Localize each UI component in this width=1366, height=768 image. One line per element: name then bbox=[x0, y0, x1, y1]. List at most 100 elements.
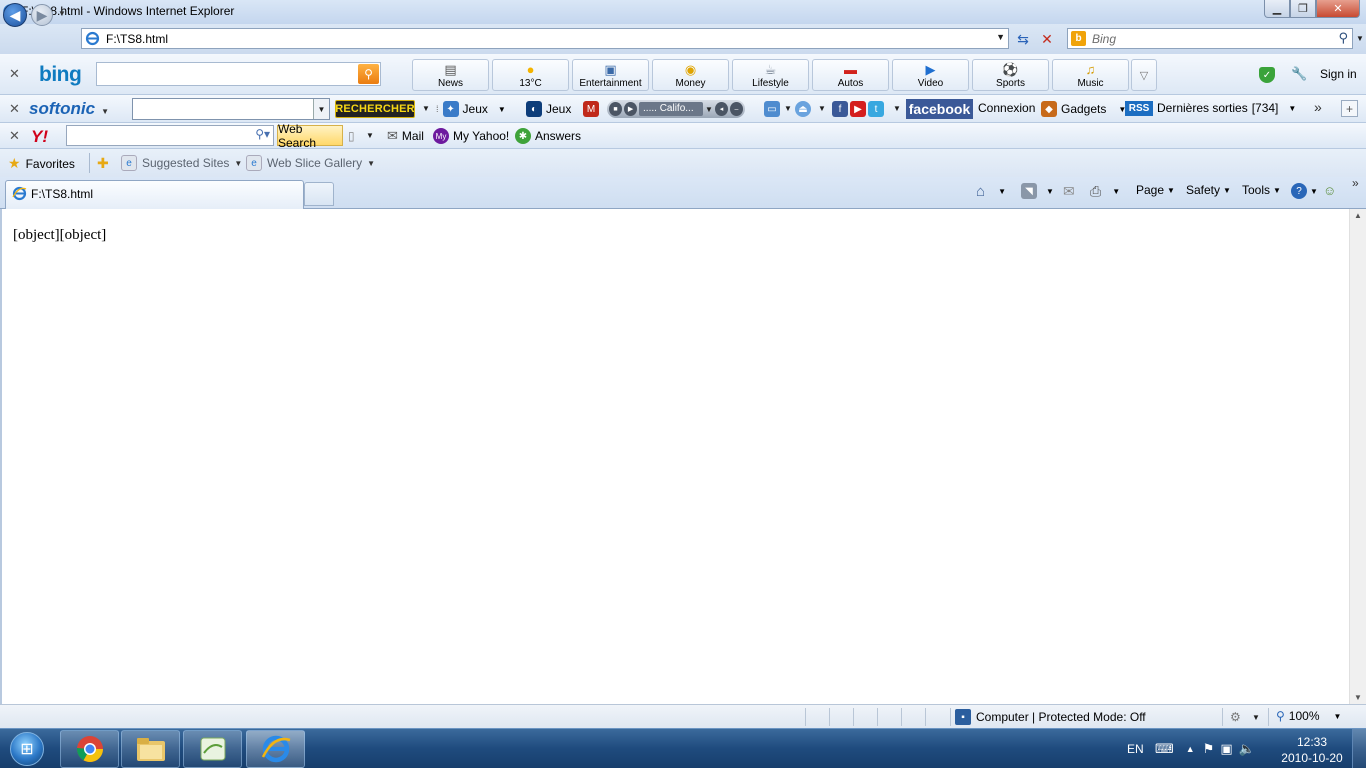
bing-tile-money[interactable]: ◉ Money bbox=[652, 59, 729, 91]
play-icon[interactable]: ▶ bbox=[624, 102, 638, 116]
forward-button[interactable]: ▶ bbox=[31, 4, 53, 26]
chevron-down-icon[interactable]: ▼ bbox=[313, 99, 329, 119]
tab-active[interactable]: F:\TS8.html bbox=[5, 180, 304, 209]
recherche-button[interactable]: RECHERCHER bbox=[335, 100, 415, 118]
close-toolbar-icon[interactable]: ✕ bbox=[9, 101, 20, 117]
taskbar-chrome[interactable] bbox=[60, 730, 119, 768]
feeds-button[interactable]: ◥ ▼ bbox=[1021, 183, 1054, 199]
bing-tile-news[interactable]: ▤ News bbox=[412, 59, 489, 91]
start-button[interactable]: ⊞ bbox=[4, 730, 50, 768]
recent-pages-dropdown[interactable]: ▼ bbox=[58, 9, 66, 18]
chevron-down-icon[interactable]: ▼ bbox=[705, 105, 713, 114]
bookmark-icon[interactable]: ▯ bbox=[348, 129, 355, 143]
facebook-small-icon[interactable]: f bbox=[832, 101, 848, 117]
yahoo-mail-link[interactable]: ✉ Mail bbox=[387, 128, 424, 144]
close-toolbar-icon[interactable]: ✕ bbox=[9, 66, 20, 82]
keyboard-icon[interactable]: ⌨ bbox=[1155, 741, 1174, 757]
twitter-icon[interactable]: t bbox=[868, 101, 884, 117]
suggested-sites-button[interactable]: e Suggested Sites ▼ bbox=[121, 155, 242, 171]
bing-tile-video[interactable]: ▶ Video bbox=[892, 59, 969, 91]
new-tab-button[interactable] bbox=[304, 182, 334, 206]
yahoo-logo[interactable]: Y! bbox=[31, 127, 48, 147]
softonic-search-input[interactable]: ▼ bbox=[132, 98, 330, 120]
bing-tile-weather[interactable]: ● 13°C bbox=[492, 59, 569, 91]
action-center-flag-icon[interactable]: ⚑ bbox=[1203, 741, 1215, 757]
close-toolbar-icon[interactable]: ✕ bbox=[9, 128, 20, 144]
security-zone[interactable]: ▪ Computer | Protected Mode: Off bbox=[955, 709, 1146, 725]
home-button[interactable]: ⌂ ▼ bbox=[976, 183, 1006, 200]
safety-menu[interactable]: Safety ▼ bbox=[1186, 183, 1231, 197]
help-menu[interactable]: ? ▼ bbox=[1291, 183, 1318, 199]
mario-icon[interactable]: M bbox=[583, 101, 599, 117]
minimize-button[interactable]: ▁ bbox=[1264, 0, 1290, 18]
mail-icon[interactable]: ✉ bbox=[1063, 183, 1075, 200]
bing-logo[interactable]: bing bbox=[39, 63, 82, 87]
zoom-control[interactable]: ⚲ 100% ▼ bbox=[1276, 709, 1341, 723]
scroll-up-icon[interactable]: ▲ bbox=[1354, 211, 1362, 220]
softonic-logo[interactable]: softonic ▼ bbox=[29, 99, 109, 119]
wrench-icon[interactable]: 🔧 bbox=[1291, 66, 1307, 82]
chevron-down-icon[interactable]: ▼ bbox=[784, 104, 792, 113]
show-desktop-button[interactable] bbox=[1352, 729, 1366, 768]
favorites-button[interactable]: ★ Favorites bbox=[8, 155, 75, 172]
jeux-menu-2[interactable]: ◐ Jeux bbox=[526, 101, 571, 117]
refresh-button[interactable]: ⇆ bbox=[1012, 29, 1034, 49]
stop-button[interactable]: ✕ bbox=[1036, 29, 1058, 49]
volume-icon[interactable]: ◂ bbox=[714, 102, 728, 116]
search-options-dropdown[interactable]: ▼ bbox=[1356, 34, 1364, 43]
back-button[interactable]: ◀ bbox=[3, 3, 27, 27]
more-commands-icon[interactable]: » bbox=[1352, 176, 1359, 190]
sign-in-link[interactable]: Sign in bbox=[1320, 67, 1357, 81]
chevron-down-icon[interactable]: ▼ bbox=[1252, 713, 1260, 722]
bing-more-button[interactable]: ▽ bbox=[1131, 59, 1157, 91]
chevron-down-icon[interactable]: ▼ bbox=[422, 104, 430, 113]
radio-player[interactable]: ■ ▶ ..... Califo... ▼ ◂ – bbox=[607, 100, 745, 118]
taskbar-app[interactable] bbox=[183, 730, 242, 768]
bing-tile-sports[interactable]: ⚽ Sports bbox=[972, 59, 1049, 91]
mute-icon[interactable]: – bbox=[729, 102, 743, 116]
vertical-scrollbar[interactable]: ▲ ▼ bbox=[1349, 209, 1366, 704]
address-url[interactable]: F:\TS8.html bbox=[106, 32, 168, 46]
gear-icon[interactable]: ⚙ bbox=[1230, 710, 1241, 724]
facebook-button[interactable]: facebook bbox=[906, 99, 973, 119]
tv-icon[interactable]: ▭ bbox=[764, 101, 780, 117]
more-chevron-icon[interactable]: » bbox=[1314, 99, 1322, 115]
shield-icon[interactable]: ✓ bbox=[1259, 67, 1275, 83]
bing-tile-autos[interactable]: ▬ Autos bbox=[812, 59, 889, 91]
restore-button[interactable]: ❐ bbox=[1290, 0, 1316, 18]
search-box[interactable]: b Bing ⚲ bbox=[1067, 28, 1353, 49]
tools-menu[interactable]: Tools ▼ bbox=[1242, 183, 1281, 197]
print-button[interactable]: ⎙ ▼ bbox=[1090, 183, 1120, 200]
chevron-down-icon[interactable]: ▼ bbox=[818, 104, 826, 113]
rss-icon[interactable]: RSS bbox=[1125, 101, 1153, 116]
jeux-menu-1[interactable]: ⁞ ✦ Jeux ▼ bbox=[436, 101, 506, 117]
volume-icon[interactable]: 🔈 bbox=[1239, 741, 1255, 757]
bing-tile-lifestyle[interactable]: ☕ Lifestyle bbox=[732, 59, 809, 91]
my-yahoo-link[interactable]: My My Yahoo! bbox=[433, 128, 509, 144]
research-icon[interactable]: ☺ bbox=[1323, 183, 1336, 198]
address-dropdown-icon[interactable]: ▼ bbox=[996, 32, 1005, 42]
address-bar[interactable]: F:\TS8.html ▼ bbox=[81, 28, 1009, 49]
bing-search-input[interactable]: ⚲ bbox=[96, 62, 381, 86]
page-menu[interactable]: Page ▼ bbox=[1136, 183, 1175, 197]
chevron-down-icon[interactable]: ▼ bbox=[101, 107, 109, 116]
close-window-button[interactable]: ✕ bbox=[1316, 0, 1360, 18]
yahoo-search-input[interactable]: ⚲▾ bbox=[66, 125, 274, 146]
chevron-down-icon[interactable]: ▼ bbox=[893, 104, 901, 113]
search-placeholder[interactable]: Bing bbox=[1092, 32, 1116, 46]
bing-search-button[interactable]: ⚲ bbox=[358, 64, 379, 84]
web-search-button[interactable]: Web Search bbox=[277, 122, 343, 150]
bing-tile-music[interactable]: ♫ Music bbox=[1052, 59, 1129, 91]
add-to-favorites-icon[interactable]: ✚ bbox=[97, 155, 109, 172]
language-indicator[interactable]: EN bbox=[1127, 742, 1151, 756]
clock[interactable]: 12:33 2010-10-20 bbox=[1280, 734, 1344, 766]
add-button[interactable]: + bbox=[1341, 100, 1358, 117]
answers-link[interactable]: ✱ Answers bbox=[515, 128, 581, 144]
search-icon[interactable]: ⚲ bbox=[1338, 30, 1348, 46]
player-track[interactable]: ..... Califo... bbox=[639, 102, 704, 116]
dernieres-sorties-menu[interactable]: Dernières sorties [734] ▼ bbox=[1157, 101, 1296, 115]
youtube-icon[interactable]: ▶ bbox=[850, 101, 866, 117]
network-icon[interactable]: ▣ bbox=[1220, 741, 1232, 757]
connexion-link[interactable]: Connexion bbox=[978, 101, 1035, 115]
taskbar-internet-explorer[interactable] bbox=[246, 730, 305, 768]
